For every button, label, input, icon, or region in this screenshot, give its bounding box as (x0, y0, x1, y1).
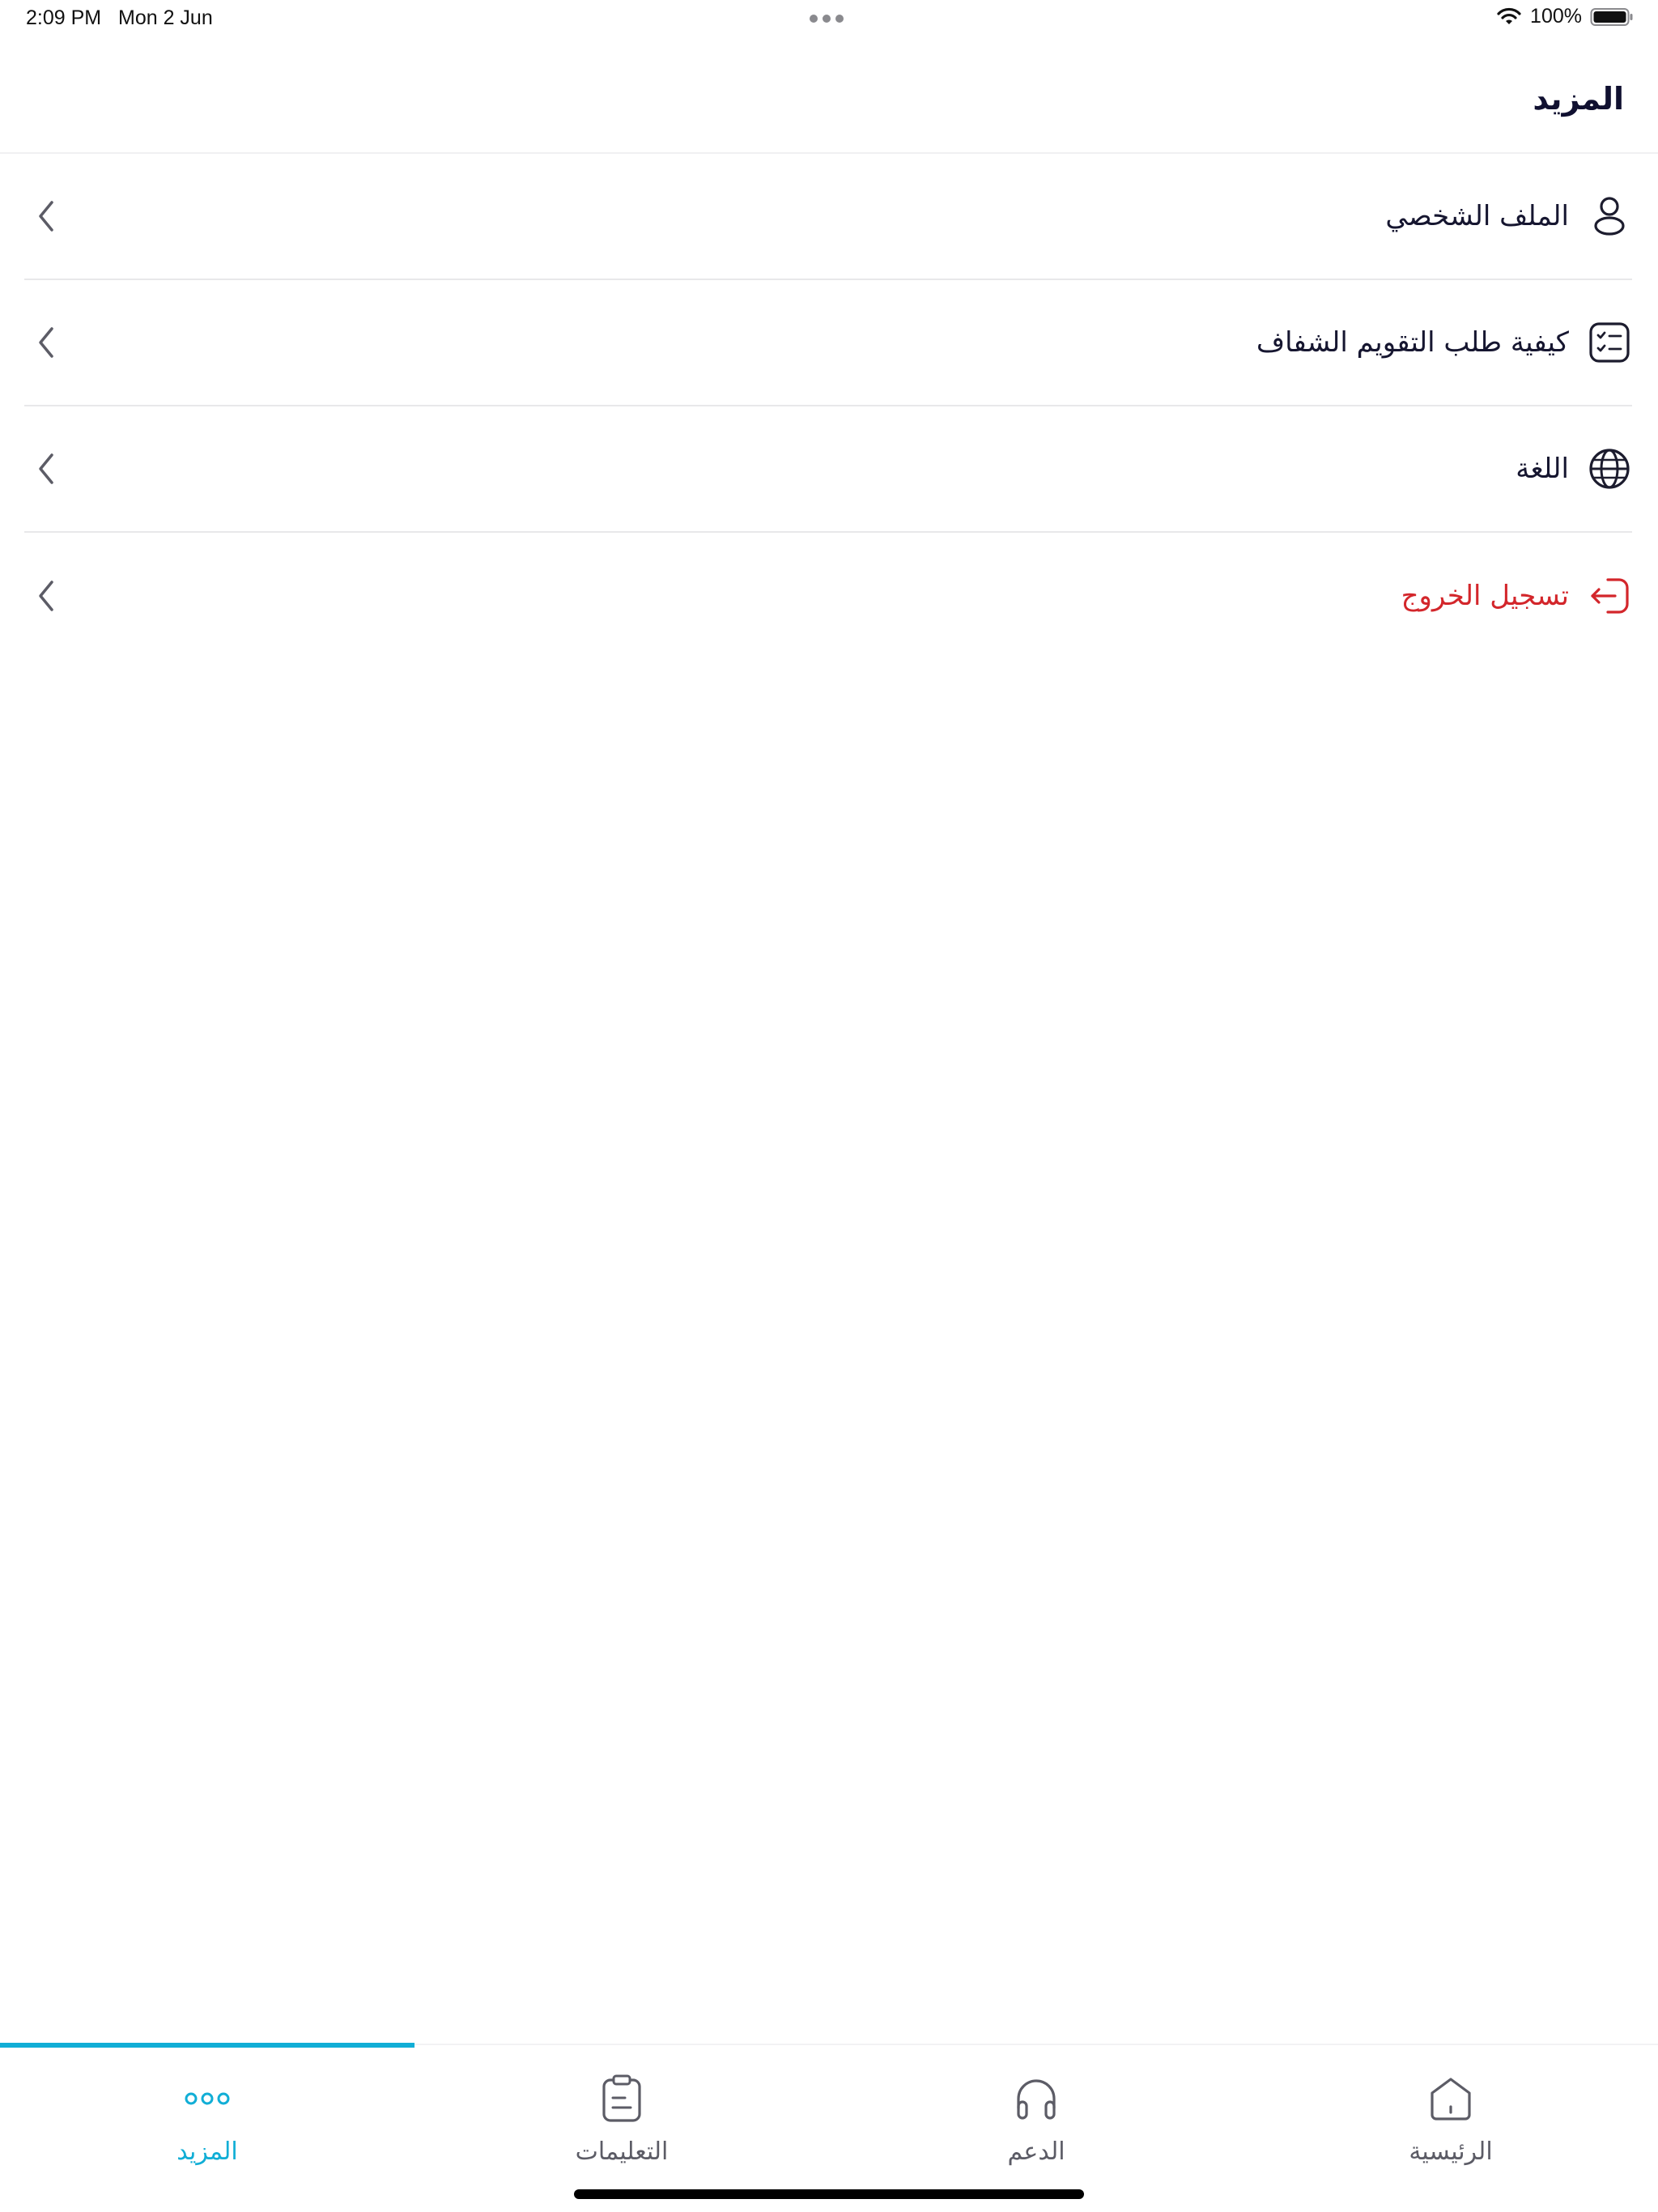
tab-more[interactable]: المزيد (0, 2073, 414, 2186)
logout-icon (1587, 573, 1632, 619)
more-dots-icon (181, 2073, 233, 2125)
tab-label: المزيد (176, 2138, 238, 2166)
battery-icon (1590, 7, 1633, 26)
status-right: 100% (1496, 5, 1634, 28)
menu-item-label: تسجيل الخروج (1401, 580, 1569, 612)
menu-item-language[interactable]: اللغة (24, 406, 1632, 533)
menu-item-label: كيفية طلب التقويم الشفاف (1256, 326, 1569, 359)
menu-item-label: الملف الشخصي (1385, 200, 1569, 232)
menu-item-how-to-request[interactable]: كيفية طلب التقويم الشفاف (24, 280, 1632, 406)
menu-item-logout[interactable]: تسجيل الخروج (24, 533, 1632, 659)
multitasking-dots-icon[interactable] (810, 15, 844, 23)
tab-instructions[interactable]: التعليمات (414, 2073, 829, 2186)
header: المزيد (0, 39, 1658, 154)
page-title: المزيد (1533, 81, 1624, 117)
checklist-icon (1587, 320, 1632, 365)
chevron-left-icon (39, 581, 53, 611)
battery-percentage: 100% (1530, 5, 1582, 28)
chevron-left-icon (39, 453, 53, 484)
headphones-icon (1010, 2073, 1062, 2125)
tab-home[interactable]: الرئيسية (1244, 2073, 1658, 2186)
chevron-left-icon (39, 327, 53, 358)
menu-item-label: اللغة (1516, 453, 1569, 485)
wifi-icon (1497, 7, 1521, 24)
clipboard-icon (596, 2073, 648, 2125)
tab-bar: المزيد التعليمات الدعم الرئيسية (0, 2043, 1658, 2212)
home-indicator[interactable] (574, 2189, 1084, 2199)
menu-list: الملف الشخصي كيفية طلب التقويم الشفاف ال… (24, 154, 1632, 659)
tab-support[interactable]: الدعم (829, 2073, 1244, 2186)
status-bar: 2:09 PM Mon 2 Jun 100% (0, 0, 1658, 39)
chevron-left-icon (39, 201, 53, 232)
tab-label: التعليمات (575, 2138, 669, 2166)
home-icon (1425, 2073, 1477, 2125)
globe-icon (1587, 446, 1632, 491)
user-icon (1587, 194, 1632, 239)
tab-label: الرئيسية (1409, 2138, 1493, 2166)
status-date: Mon 2 Jun (118, 6, 213, 29)
menu-item-profile[interactable]: الملف الشخصي (24, 154, 1632, 280)
status-time: 2:09 PM (26, 6, 102, 29)
active-tab-indicator (0, 2043, 414, 2048)
tab-label: الدعم (1007, 2138, 1065, 2166)
